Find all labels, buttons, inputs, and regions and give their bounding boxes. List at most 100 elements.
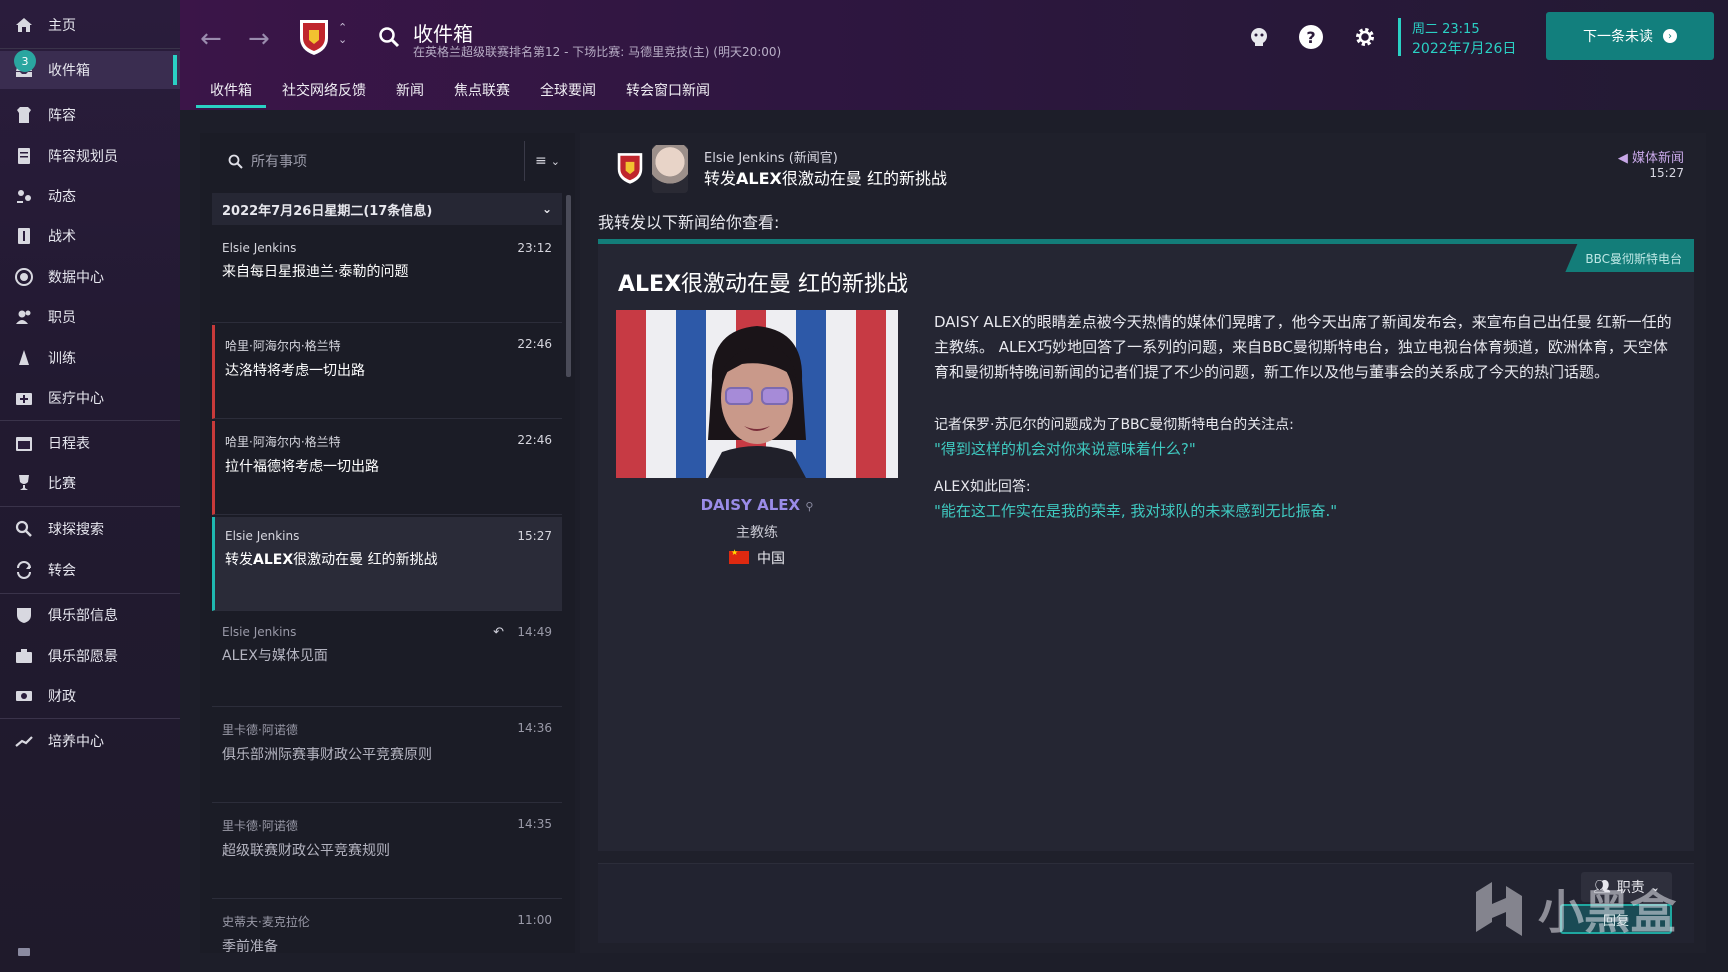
person-icon: ⚲ [805,500,814,513]
sidebar-label: 主页 [48,18,76,34]
inbox-message[interactable]: 里卡德·阿诺德 超级联赛财政公平竞赛规则 14:35 [212,805,562,899]
message-time: 15:27 [517,529,552,543]
inbox-list-panel: 所有事项 ≡ ⌄ 2022年7月26日星期二(17条信息) ⌄ Elsie Jen… [200,133,575,955]
page-subtitle: 在英格兰超级联赛排名第12 - 下场比赛: 马德里竞技(主) (明天20:00) [413,45,782,59]
back-arrow-icon[interactable]: ← [200,24,222,54]
sidebar-label: 阵容 [48,108,76,124]
message-sender: Elsie Jenkins [222,241,297,255]
message-time: 11:00 [517,913,552,927]
message-sender: 哈里·阿海尔内·格兰特 [225,435,341,449]
squad-icon [12,103,36,127]
manager-name[interactable]: DAISY ALEX ⚲ [616,496,898,514]
sidebar-label: 日程表 [48,436,90,452]
club-switch-icon[interactable]: ⌃ ⌄ [338,22,347,46]
tab-inbox[interactable]: 收件箱 [196,80,266,108]
message-sender[interactable]: Elsie Jenkins (新闻官) [704,147,838,166]
training-icon [12,346,36,370]
role-dropdown-button[interactable]: 👥︎ 职责 ⌄ [1581,872,1672,902]
person-face-icon[interactable] [1246,24,1272,50]
china-flag-icon [729,548,749,564]
date-group-header[interactable]: 2022年7月26日星期二(17条信息) ⌄ [212,193,562,225]
sidebar-item-data-hub[interactable]: 数据中心 [0,258,180,296]
scouting-icon [12,517,36,541]
sidebar-item-calendar[interactable]: 日程表 [0,424,180,462]
divider [0,420,180,421]
development-icon [12,729,36,753]
sidebar-label: 比赛 [48,476,76,492]
inbox-message-selected[interactable]: Elsie Jenkins 转发ALEX很激动在曼 红的新挑战 15:27 [212,517,562,611]
sidebar-item-scouting[interactable]: 球探搜索 [0,510,180,548]
sidebar-label: 战术 [48,229,76,245]
inbox-message[interactable]: 史蒂夫·麦克拉伦 季前准备 11:00 [212,901,562,955]
date-group-label: 2022年7月26日星期二(17条信息) [222,203,433,219]
message-time: 14:35 [517,817,552,831]
top-bar: ← → ⌃ ⌄ 收件箱 在英格兰超级联赛排名第12 - 下场比赛: 马德里竞技(主… [180,0,1728,110]
inbox-search-input[interactable]: 所有事项 [212,141,522,181]
inbox-message[interactable]: Elsie Jenkins ALEX与媒体见面 ↶ 14:49 [212,613,562,707]
sidebar-item-finances[interactable]: 财政 [0,677,180,715]
megaphone-icon: ◀ [1617,151,1632,166]
planner-icon [12,144,36,168]
keyboard-icon[interactable] [18,948,30,956]
message-sender: 史蒂夫·麦克拉伦 [222,915,310,929]
inbox-message[interactable]: 里卡德·阿诺德 俱乐部洲际赛事财政公平竞赛原则 14:36 [212,709,562,803]
message-pane: Elsie Jenkins (新闻官) 转发ALEX很激动在曼 红的新挑战 ◀ … [580,133,1706,953]
reply-area: 👥︎ 职责 ⌄ 回复 [598,863,1694,943]
subject-name: ALEX [253,552,294,568]
tab-bar: 收件箱 社交网络反馈 新闻 焦点联赛 全球要闻 转会窗口新闻 [196,80,726,108]
staff-icon: 👥︎ [1593,879,1611,895]
sidebar-item-home[interactable]: 主页 [0,6,180,44]
sidebar-item-tactics[interactable]: 战术 [0,217,180,255]
sidebar-item-planner[interactable]: 阵容规划员 [0,137,180,175]
sidebar-item-club-info[interactable]: 俱乐部信息 [0,596,180,634]
inbox-message[interactable]: Elsie Jenkins 来自每日星报迪兰·泰勒的问题 23:12 [212,229,562,323]
tab-news[interactable]: 新闻 [382,80,438,108]
headline-rest: 很激动在曼 红的新挑战 [681,272,909,297]
headline-name: ALEX [618,272,682,297]
help-icon[interactable]: ? [1298,24,1324,50]
inbox-message[interactable]: 哈里·阿海尔内·格兰特 达洛特将考虑一切出路 22:46 [212,325,562,419]
tab-focus-leagues[interactable]: 焦点联赛 [440,80,524,108]
article-headline: ALEX很激动在曼 红的新挑战 [618,266,908,298]
message-subject: 季前准备 [222,939,278,955]
scrollbar[interactable] [566,195,571,377]
message-sender: Elsie Jenkins [225,529,300,543]
sidebar-label: 俱乐部愿景 [48,649,118,665]
sidebar-item-squad[interactable]: 阵容 [0,96,180,134]
sidebar-label: 球探搜索 [48,522,104,538]
search-icon[interactable] [378,26,400,48]
tactics-icon [12,224,36,248]
filter-menu-button[interactable]: ≡ ⌄ [524,141,570,181]
sidebar-item-development[interactable]: 培养中心 [0,722,180,760]
club-crest-icon[interactable] [298,18,330,56]
dynamics-icon [12,184,36,208]
data-hub-icon [12,265,36,289]
news-source-badge: BBC曼彻斯特电台 [1565,244,1694,272]
tab-transfer-window-news[interactable]: 转会窗口新闻 [612,80,724,108]
forward-arrow-icon[interactable]: → [248,24,270,54]
message-time: 15:27 [1649,166,1684,180]
sidebar-item-club-vision[interactable]: 俱乐部愿景 [0,637,180,675]
answer-label: ALEX如此回答: [934,479,1031,495]
sidebar-item-transfers[interactable]: 转会 [0,551,180,589]
tab-social-feed[interactable]: 社交网络反馈 [268,80,380,108]
chevron-down-icon: ⌄ [550,154,560,168]
sidebar-label: 财政 [48,689,76,705]
sidebar-item-competitions[interactable]: 比赛 [0,464,180,502]
sidebar-item-staff[interactable]: 职员 [0,298,180,336]
gear-icon[interactable] [1352,24,1378,50]
sidebar-item-dynamics[interactable]: 动态 [0,177,180,215]
message-subject: 超级联赛财政公平竞赛规则 [222,843,390,859]
next-unread-button[interactable]: 下一条未读 › [1546,12,1714,60]
message-intro: 我转发以下新闻给你查看: [598,213,780,232]
sidebar-label: 动态 [48,189,76,205]
sender-avatar[interactable] [652,145,688,193]
manager-portrait [708,326,806,478]
tab-world-news[interactable]: 全球要闻 [526,80,610,108]
inbox-count-badge: 3 [14,50,36,72]
inbox-message[interactable]: 哈里·阿海尔内·格兰特 拉什福德将考虑一切出路 22:46 [212,421,562,515]
sidebar-item-medical[interactable]: 医疗中心 [0,379,180,417]
sidebar-item-training[interactable]: 训练 [0,339,180,377]
reply-button[interactable]: 回复 [1560,904,1672,934]
press-conference-photo [616,310,898,478]
